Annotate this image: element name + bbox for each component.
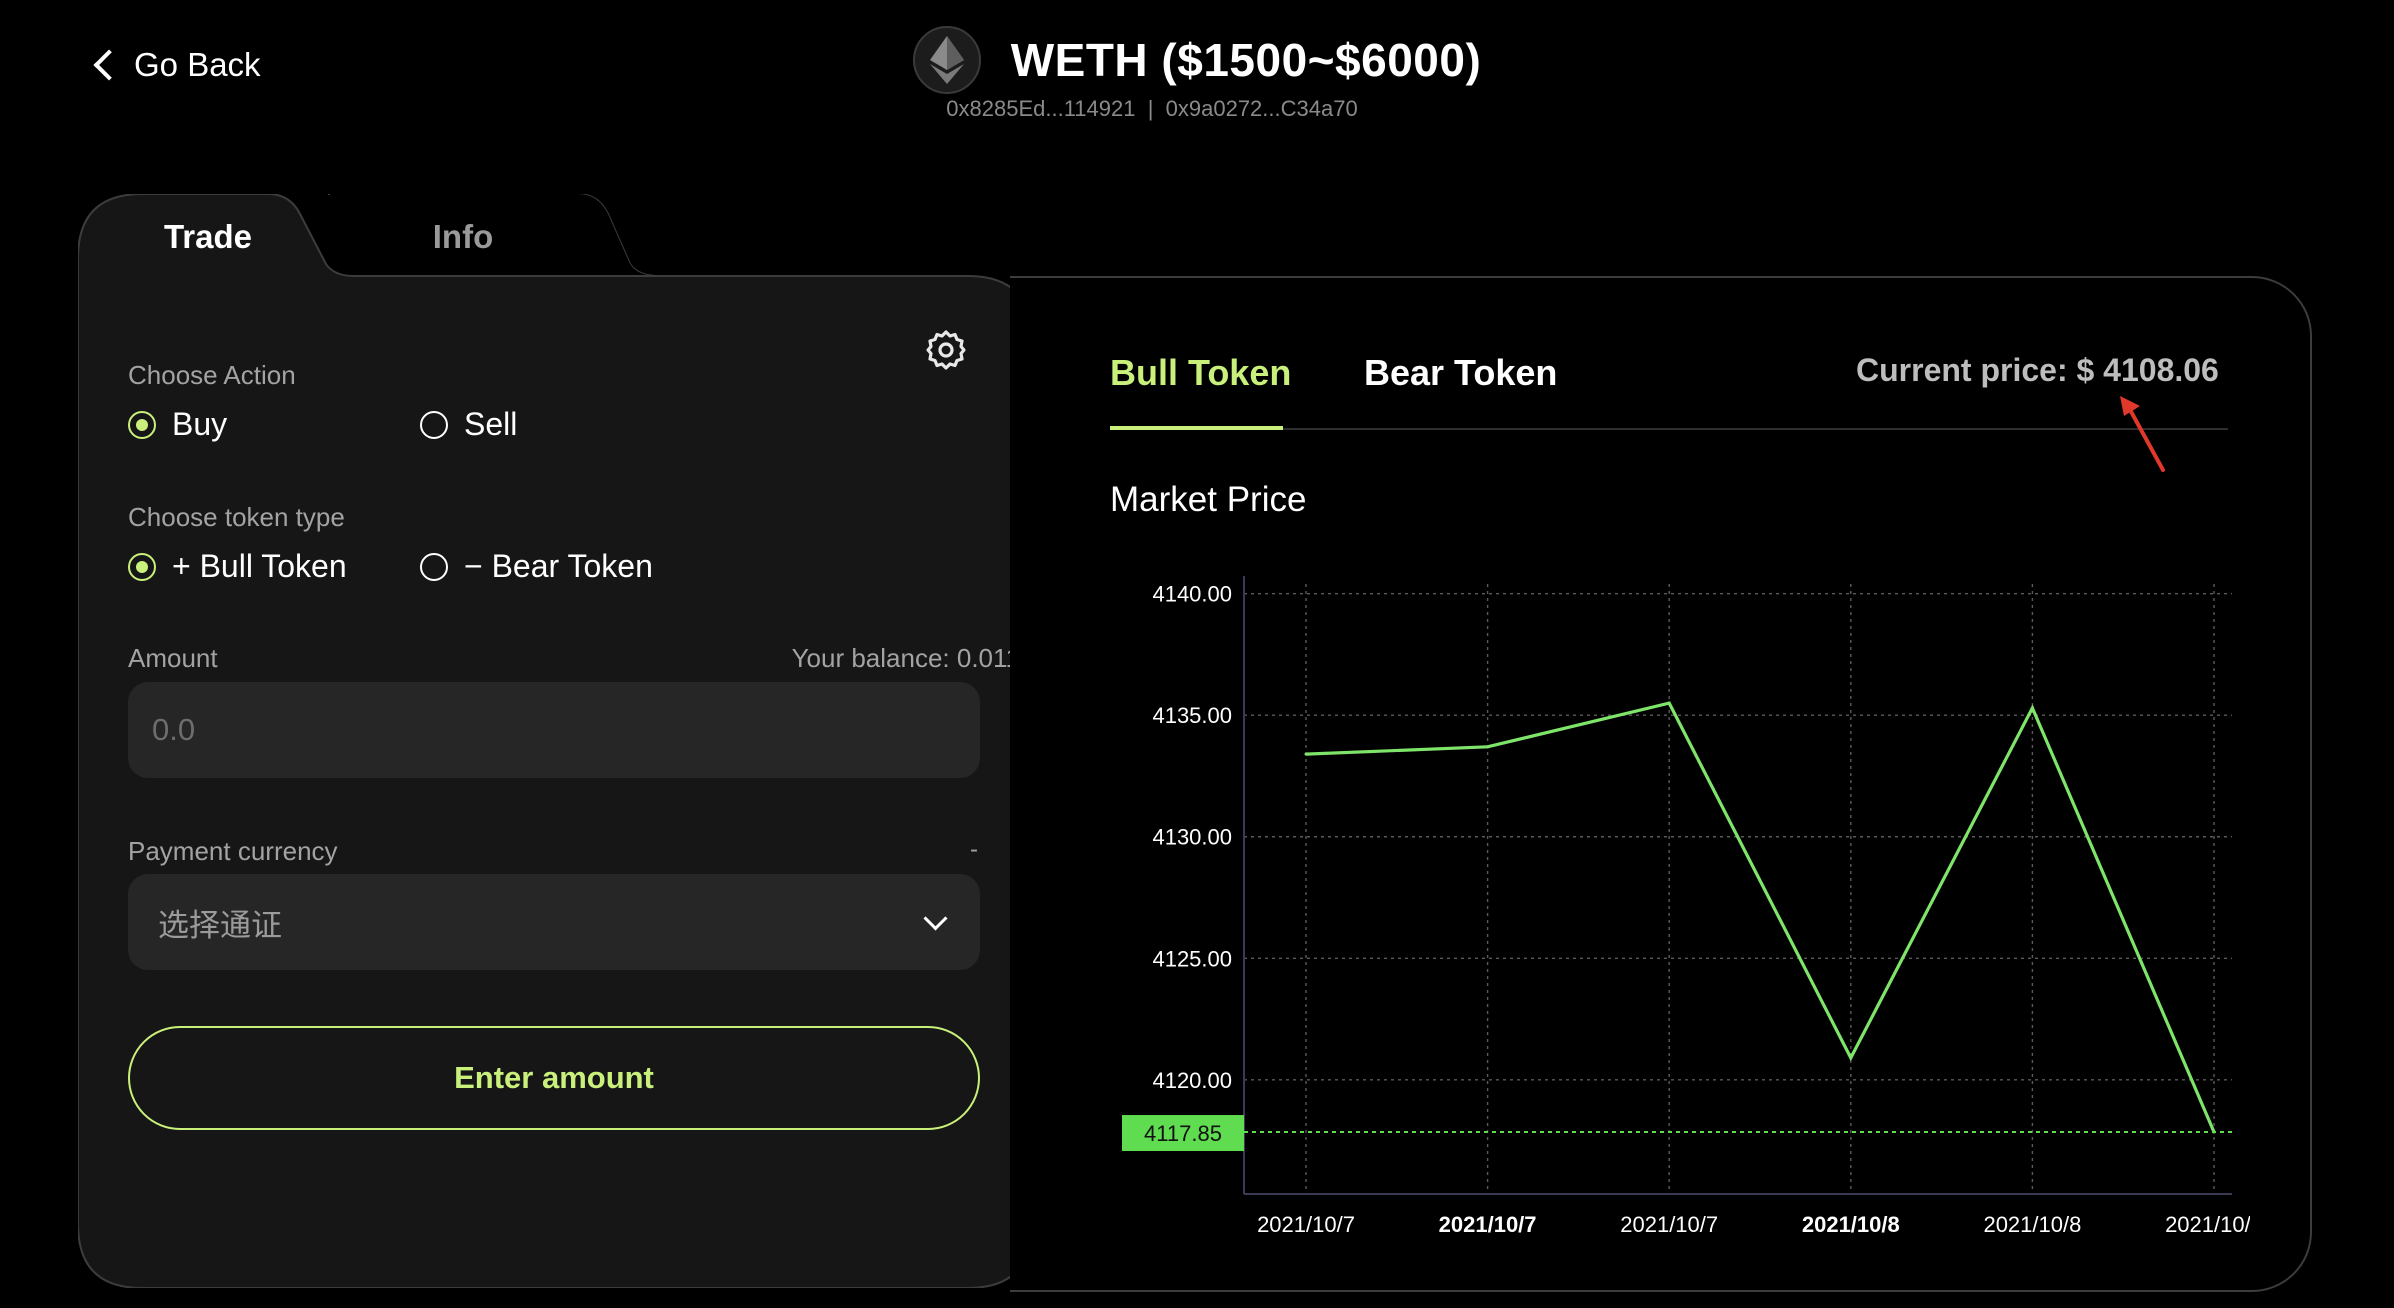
amount-label: Amount xyxy=(128,643,218,673)
active-tab-indicator xyxy=(1110,426,1283,430)
y-tick-label: 4140.00 xyxy=(1152,582,1232,607)
market-price-chart: 4140.00 4135.00 4130.00 4125.00 4120.00 2021/… xyxy=(1122,576,2250,1237)
balance-text: Your balance: 0.011 xyxy=(791,643,1020,673)
page-title: WETH ($1500~$6000) xyxy=(1010,34,1482,86)
price-point xyxy=(1486,745,1490,749)
radio-bear-token[interactable]: − Bear Token xyxy=(420,548,653,585)
radio-bull-label: + Bull Token xyxy=(172,548,347,584)
price-point xyxy=(1849,1056,1853,1060)
price-point xyxy=(1304,752,1308,756)
market-price-title: Market Price xyxy=(1110,480,1307,519)
x-tick-label: 2021/10/8 xyxy=(2165,1212,2250,1237)
tab-bull-token[interactable]: Bull Token xyxy=(1110,352,1291,394)
panel-tabs: Trade Info xyxy=(78,194,658,284)
y-tick-label: 4135.00 xyxy=(1152,703,1232,728)
x-tick-label: 2021/10/7 xyxy=(1439,1212,1537,1237)
radio-unselected-icon xyxy=(420,410,448,439)
y-tick-label: 4125.00 xyxy=(1152,946,1232,971)
choose-action-label: Choose Action xyxy=(128,360,296,390)
radio-selected-icon xyxy=(128,552,156,581)
chevron-down-icon xyxy=(923,905,948,931)
y-tick-label: 4130.00 xyxy=(1152,825,1232,850)
radio-bear-label: − Bear Token xyxy=(464,548,653,584)
radio-selected-icon xyxy=(128,410,156,439)
current-price: Current price: $ 4108.06 xyxy=(1856,352,2219,388)
chart-axes xyxy=(1243,576,2232,1195)
x-tick-label: 2021/10/7 xyxy=(1257,1212,1355,1237)
red-arrow-annotation-icon xyxy=(2120,396,2165,472)
chart-series xyxy=(1244,701,2232,1134)
x-tick-label: 2021/10/8 xyxy=(1983,1212,2081,1237)
chart-grid xyxy=(1244,584,2232,1194)
radio-unselected-icon xyxy=(420,552,448,581)
currency-select-value: 选择通证 xyxy=(158,907,282,943)
radio-buy-label: Buy xyxy=(172,406,228,442)
tab-info[interactable]: Info xyxy=(348,194,578,280)
radio-bull-token[interactable]: + Bull Token xyxy=(128,548,347,585)
chart-labels: 4140.00 4135.00 4130.00 4125.00 4120.00 2021/… xyxy=(1122,582,2250,1237)
x-tick-label: 2021/10/8 xyxy=(1802,1212,1900,1237)
enter-amount-button[interactable]: Enter amount xyxy=(128,1026,980,1130)
gear-icon xyxy=(926,330,966,370)
tab-trade[interactable]: Trade xyxy=(78,194,338,280)
radio-sell-label: Sell xyxy=(464,406,518,442)
last-value-label: 4117.85 xyxy=(1144,1121,1222,1146)
ethereum-icon xyxy=(912,26,981,94)
tab-bear-token[interactable]: Bear Token xyxy=(1364,352,1557,394)
header: WETH ($1500~$6000) 0x8285Ed...114921 | 0… xyxy=(0,26,2394,122)
amount-input[interactable] xyxy=(128,682,980,778)
settings-button[interactable] xyxy=(924,328,968,372)
payment-currency-extra: - xyxy=(970,836,978,863)
choose-token-label: Choose token type xyxy=(128,502,345,532)
x-tick-label: 2021/10/7 xyxy=(1620,1212,1718,1237)
radio-buy[interactable]: Buy xyxy=(128,406,227,443)
payment-currency-label: Payment currency xyxy=(128,836,338,866)
contract-addresses: 0x8285Ed...114921 | 0x9a0272...C34a70 xyxy=(946,96,1358,121)
radio-sell[interactable]: Sell xyxy=(420,406,517,443)
price-point xyxy=(2030,706,2034,710)
price-point xyxy=(1667,701,1671,705)
y-tick-label: 4120.00 xyxy=(1152,1068,1232,1093)
price-series-line xyxy=(1305,701,2216,1133)
currency-select[interactable]: 选择通证 xyxy=(128,874,980,970)
